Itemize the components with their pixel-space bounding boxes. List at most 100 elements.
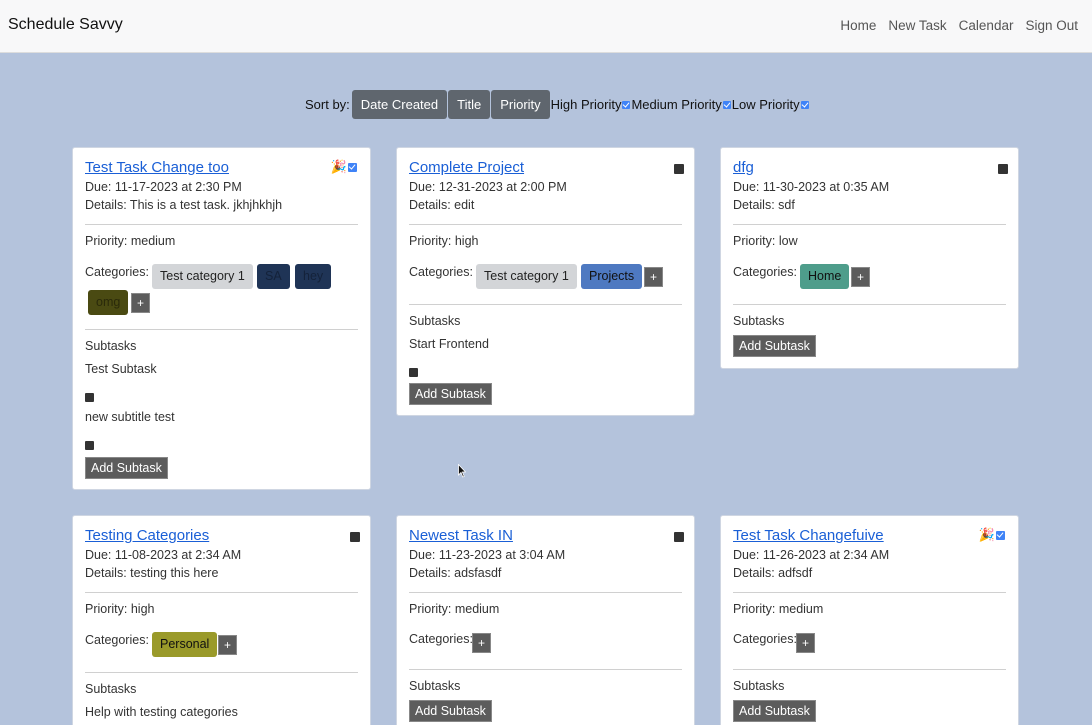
add-subtask-button[interactable]: Add Subtask (733, 335, 816, 357)
add-category-button[interactable]: + (851, 267, 870, 287)
subtask-checkbox[interactable] (85, 393, 94, 402)
category-tag[interactable]: Home (800, 264, 850, 289)
task-details: Details: adfsdf (733, 566, 813, 580)
add-subtask-button[interactable]: Add Subtask (409, 700, 492, 722)
task-title-link[interactable]: Complete Project (409, 159, 524, 176)
task-title-link[interactable]: Newest Task IN (409, 527, 513, 544)
category-tag[interactable]: Test category 1 (152, 264, 253, 289)
task-title-link[interactable]: Test Task Changefuive (733, 527, 884, 544)
task-due: Due: 12-31-2023 at 2:00 PM (409, 180, 567, 194)
nav-links: Home New Task Calendar Sign Out (840, 18, 1078, 33)
task-due: Due: 11-08-2023 at 2:34 AM (85, 548, 242, 562)
subtasks-heading: Subtasks (733, 679, 785, 693)
filter-medium-checkbox[interactable] (722, 100, 731, 109)
subtask-text: Test Subtask (85, 362, 157, 376)
completed-checkbox[interactable] (350, 532, 360, 542)
divider (409, 592, 682, 593)
filter-high-checkbox[interactable] (622, 100, 631, 109)
divider (409, 669, 682, 670)
task-card: Testing Categories Due: 11-08-2023 at 2:… (72, 515, 371, 725)
subtask-text: Start Frontend (409, 337, 489, 351)
add-subtask-button[interactable]: Add Subtask (409, 383, 492, 405)
task-card: Complete Project Due: 12-31-2023 at 2:00… (396, 147, 695, 416)
divider (85, 672, 358, 673)
subtask-text: Help with testing categories (85, 705, 238, 719)
sort-priority-button[interactable]: Priority (491, 90, 550, 119)
party-popper-icon: 🎉 (978, 527, 995, 542)
category-tag[interactable]: Projects (581, 264, 643, 289)
nav-new-task-link[interactable]: New Task (888, 18, 946, 33)
subtask-checkbox[interactable] (85, 441, 94, 450)
category-tag[interactable]: Test category 1 (476, 264, 577, 289)
task-due: Due: 11-26-2023 at 2:34 AM (733, 548, 890, 562)
task-due: Due: 11-17-2023 at 2:30 PM (85, 180, 242, 194)
sort-date-created-button[interactable]: Date Created (351, 90, 448, 119)
divider (733, 304, 1006, 305)
subtasks-heading: Subtasks (409, 679, 461, 693)
completed-indicator[interactable]: 🎉 (979, 527, 1006, 543)
completed-checkbox[interactable] (674, 164, 684, 174)
add-category-button[interactable]: + (131, 293, 150, 313)
task-details: Details: This is a test task. jkhjhkhjh (85, 198, 283, 212)
categories-label: Categories: (85, 633, 149, 647)
add-category-button[interactable]: + (644, 267, 663, 287)
sort-title-button[interactable]: Title (448, 90, 491, 119)
task-details: Details: adsfasdf (409, 566, 502, 580)
task-details: Details: testing this here (85, 566, 219, 580)
completed-checkbox[interactable] (348, 162, 357, 172)
divider (733, 592, 1006, 593)
categories-label: Categories: (85, 265, 149, 279)
nav-calendar-link[interactable]: Calendar (959, 18, 1014, 33)
category-tag[interactable]: hey (295, 264, 332, 289)
add-category-button[interactable]: + (218, 635, 237, 655)
divider (409, 224, 682, 225)
completed-checkbox[interactable] (998, 164, 1008, 174)
navbar: Schedule Savvy Home New Task Calendar Si… (0, 0, 1092, 53)
party-popper-icon: 🎉 (330, 159, 347, 174)
task-due: Due: 11-30-2023 at 0:35 AM (733, 180, 890, 194)
task-card: Test Task Change too 🎉 Due: 11-17-2023 a… (72, 147, 371, 490)
category-tag[interactable]: Personal (152, 632, 218, 657)
categories-label: Categories: (409, 632, 473, 646)
completed-indicator[interactable]: 🎉 (331, 159, 358, 175)
divider (409, 304, 682, 305)
category-tag[interactable]: omg (88, 290, 129, 315)
task-priority: Priority: high (409, 234, 479, 248)
task-card: dfg Due: 11-30-2023 at 0:35 AM Details: … (720, 147, 1019, 369)
task-details: Details: edit (409, 198, 475, 212)
task-due: Due: 11-23-2023 at 3:04 AM (409, 548, 566, 562)
add-subtask-button[interactable]: Add Subtask (733, 700, 816, 722)
categories-label: Categories: (733, 632, 797, 646)
task-details: Details: sdf (733, 198, 795, 212)
mouse-cursor-icon (458, 464, 466, 478)
nav-home-link[interactable]: Home (840, 18, 876, 33)
divider (85, 592, 358, 593)
task-priority: Priority: medium (733, 602, 824, 616)
completed-checkbox[interactable] (996, 530, 1005, 540)
add-subtask-button[interactable]: Add Subtask (85, 457, 168, 479)
categories-label: Categories: (409, 265, 473, 279)
filter-low-label: Low Priority (731, 97, 800, 112)
subtask-text: new subtitle test (85, 410, 175, 424)
category-tag[interactable]: SA (257, 264, 290, 289)
task-priority: Priority: medium (85, 234, 176, 248)
filter-high-label: High Priority (550, 97, 622, 112)
completed-checkbox[interactable] (674, 532, 684, 542)
sort-label: Sort by: (305, 97, 350, 112)
task-title-link[interactable]: dfg (733, 159, 754, 176)
task-priority: Priority: medium (409, 602, 500, 616)
nav-sign-out-link[interactable]: Sign Out (1025, 18, 1078, 33)
add-category-button[interactable]: + (472, 633, 491, 653)
subtasks-heading: Subtasks (85, 339, 137, 353)
divider (733, 224, 1006, 225)
subtask-checkbox[interactable] (409, 368, 418, 377)
filter-low-checkbox[interactable] (800, 100, 809, 109)
app-brand[interactable]: Schedule Savvy (8, 16, 123, 34)
sort-bar: Sort by: Date Created Title Priority Hig… (305, 90, 810, 119)
divider (85, 224, 358, 225)
categories-label: Categories: (733, 265, 797, 279)
add-category-button[interactable]: + (796, 633, 815, 653)
task-title-link[interactable]: Test Task Change too (85, 159, 229, 176)
subtasks-heading: Subtasks (409, 314, 461, 328)
task-title-link[interactable]: Testing Categories (85, 527, 209, 544)
